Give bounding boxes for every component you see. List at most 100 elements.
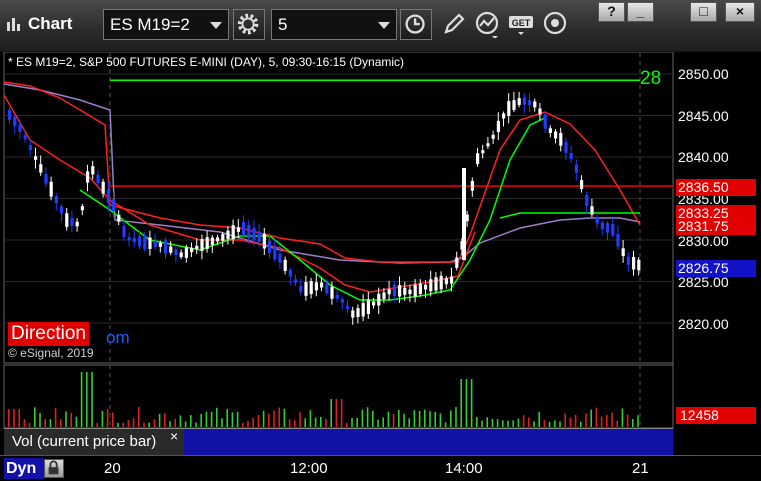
candle-body: [23, 135, 27, 140]
chevron-down-icon: [378, 22, 390, 29]
volume-bar: [382, 417, 384, 427]
volume-bar: [585, 413, 587, 427]
price-tag-ma-2: 2831.75: [676, 218, 756, 235]
candle-body: [158, 242, 162, 247]
volume-bar: [231, 412, 234, 427]
candle-body: [132, 238, 136, 243]
volume-bar: [600, 416, 603, 427]
price-axis-label: 2820.00: [678, 316, 729, 332]
time-label: 20: [104, 460, 121, 477]
volume-study-bar: [184, 428, 673, 455]
volume-bar: [44, 419, 46, 427]
volume-bar: [122, 422, 124, 427]
volume-bar: [481, 420, 483, 427]
volume-bar: [70, 412, 72, 427]
dynamic-mode-button[interactable]: Dyn: [4, 458, 44, 479]
candle-body: [169, 246, 173, 253]
volume-close-icon[interactable]: ×: [170, 428, 178, 444]
candle-body: [242, 222, 246, 236]
candle-body: [439, 275, 443, 290]
volume-bar: [268, 413, 270, 427]
candle-body: [424, 284, 428, 290]
candle-body: [257, 231, 261, 243]
candle-body: [574, 164, 578, 173]
candle-body: [44, 173, 48, 184]
volume-bar: [554, 420, 556, 427]
volume-bar: [205, 411, 208, 427]
get-data-icon[interactable]: GET: [508, 10, 536, 38]
volume-bar: [60, 419, 62, 427]
candle-body: [127, 237, 131, 241]
candle-body: [153, 241, 157, 247]
pencil-draw-icon[interactable]: [440, 10, 468, 38]
close-button[interactable]: ×: [725, 2, 755, 22]
volume-bar: [195, 422, 197, 427]
price-axis-label: 2845.00: [678, 108, 729, 124]
candle-body: [462, 168, 466, 260]
interval-selector[interactable]: 5: [271, 9, 397, 40]
price-chart[interactable]: [0, 52, 761, 455]
candle-body: [595, 217, 599, 224]
candle-body: [247, 224, 251, 239]
link-icon[interactable]: [542, 10, 570, 38]
candle-body: [616, 233, 620, 247]
studies-icon[interactable]: [474, 10, 502, 38]
candle-body: [231, 225, 235, 240]
candle-body: [75, 221, 79, 227]
candle-body: [434, 277, 438, 291]
volume-bar: [361, 409, 364, 427]
candle-body: [450, 276, 454, 284]
volume-bar: [606, 414, 608, 427]
candle-body: [351, 310, 355, 318]
candle-body: [262, 233, 266, 249]
chevron-down-icon: [210, 22, 222, 29]
direction-logo-suffix: om: [106, 328, 130, 347]
volume-bar: [184, 421, 187, 427]
time-label: 21: [632, 460, 649, 477]
volume-bar: [439, 413, 442, 427]
volume-bar: [210, 411, 213, 427]
lock-icon[interactable]: [44, 459, 64, 478]
candle-body: [221, 234, 225, 241]
volume-bar: [106, 409, 109, 427]
volume-bar: [356, 417, 358, 427]
volume-bar: [39, 413, 41, 427]
help-button[interactable]: ?: [598, 2, 625, 22]
time-template-button[interactable]: [400, 9, 432, 40]
clock-icon: [405, 14, 425, 34]
time-label: 14:00: [445, 460, 483, 477]
volume-bar: [491, 418, 494, 427]
interval-value: 5: [278, 15, 288, 34]
candle-body: [626, 256, 630, 265]
volume-bar: [304, 418, 306, 427]
volume-bar: [351, 417, 353, 427]
volume-bar: [18, 409, 20, 427]
volume-legend[interactable]: Vol (current price bar): [4, 428, 184, 455]
candle-body: [590, 206, 594, 215]
candle-body: [138, 236, 142, 247]
candle-body: [517, 98, 521, 105]
volume-bar: [273, 410, 275, 427]
time-axis[interactable]: Dyn 20 12:00 14:00 21: [0, 455, 761, 481]
volume-bar: [278, 407, 280, 427]
volume-bar: [174, 418, 176, 427]
volume-bar: [366, 407, 369, 427]
volume-bar: [517, 418, 520, 427]
candle-body: [600, 222, 604, 230]
volume-bar: [190, 415, 192, 427]
svg-text:GET: GET: [512, 18, 531, 28]
price-tag-last: 2826.75: [676, 260, 756, 277]
minimize-button[interactable]: _: [627, 2, 654, 22]
volume-bar: [242, 422, 244, 427]
maximize-button[interactable]: □: [690, 2, 717, 22]
volume-bar: [377, 419, 379, 427]
chart-settings-button[interactable]: [233, 9, 265, 40]
candle-body: [268, 240, 272, 253]
candle-body: [637, 259, 641, 271]
volume-bar: [117, 422, 119, 427]
candle-body: [309, 281, 313, 295]
candle-body: [418, 283, 422, 295]
symbol-selector[interactable]: ES M19=2: [103, 9, 229, 40]
candle-body: [564, 141, 568, 153]
volume-bar: [559, 421, 561, 427]
